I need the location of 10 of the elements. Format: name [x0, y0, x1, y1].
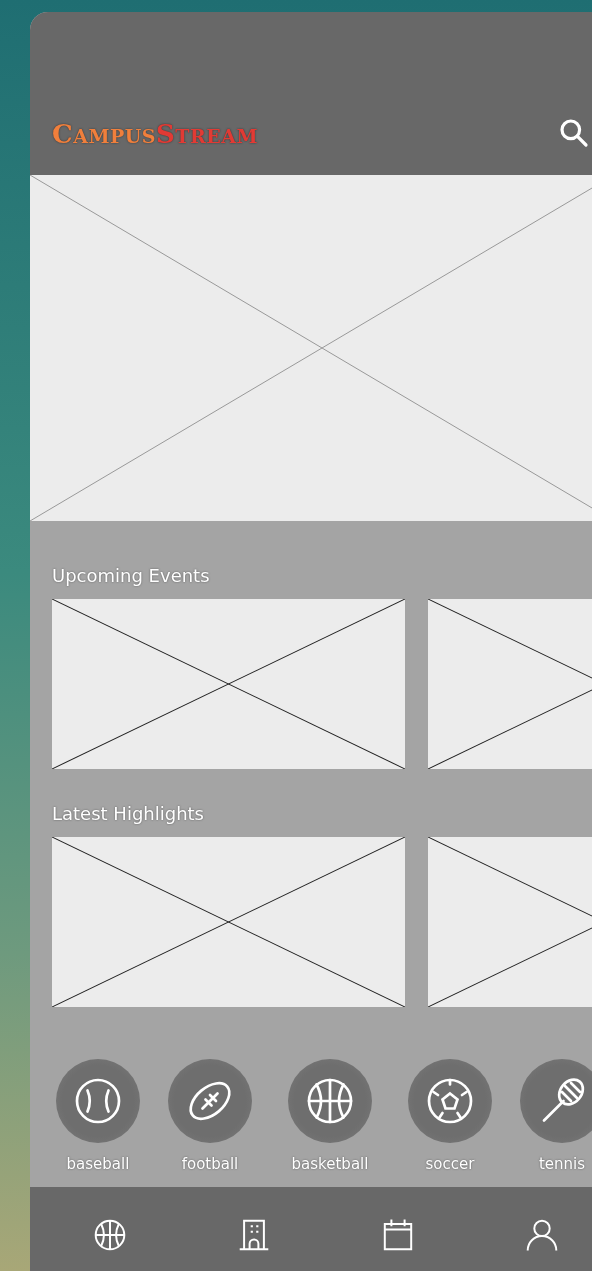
sport-label: football — [181, 1155, 239, 1173]
section-title: Upcoming Events — [52, 564, 211, 588]
section-title: Latest Highlights — [52, 802, 205, 826]
logo-text: STREAM — [156, 119, 259, 149]
logo-text: CAMPUS — [52, 119, 157, 149]
sport-label: baseball — [66, 1155, 130, 1173]
sport-label: soccer — [425, 1155, 475, 1173]
sport-label: tennis — [538, 1155, 586, 1173]
search-icon[interactable] — [558, 117, 590, 149]
sport-label: basketball — [291, 1155, 369, 1173]
